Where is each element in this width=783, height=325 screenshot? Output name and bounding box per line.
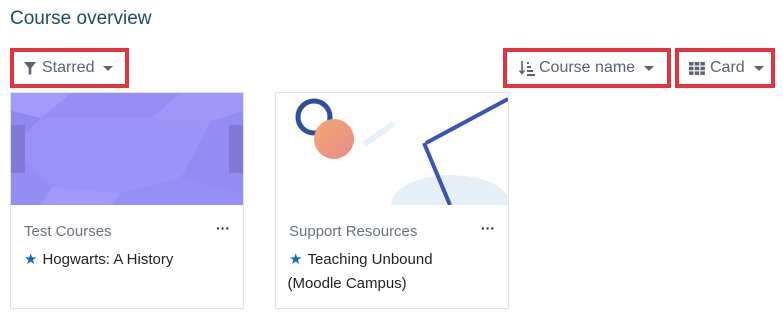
course-name-link[interactable]: ★ Teaching Unbound (Moodle Campus)	[287, 248, 495, 296]
course-card[interactable]: ··· Support Resources ★ Teaching Unbound…	[275, 92, 509, 309]
filter-icon	[24, 61, 36, 75]
course-category: Support Resources	[289, 223, 418, 240]
grouping-label: Starred	[42, 59, 95, 76]
chevron-down-icon	[103, 65, 114, 71]
course-name-line1: Teaching Unbound	[307, 251, 433, 268]
chevron-down-icon	[644, 65, 655, 71]
course-category: Test Courses	[24, 223, 112, 240]
course-image[interactable]	[11, 93, 243, 205]
card-body: Support Resources ★ Teaching Unbound (Mo…	[287, 223, 495, 296]
sort-icon	[519, 61, 535, 76]
grouping-dropdown[interactable]: Starred	[10, 48, 129, 88]
course-name-link[interactable]: ★ Hogwarts: A History	[24, 248, 230, 272]
course-image[interactable]	[276, 93, 508, 205]
view-dropdown[interactable]: Card	[675, 48, 775, 88]
page-title: Course overview	[10, 8, 152, 29]
sort-dropdown[interactable]: Course name	[503, 48, 671, 88]
course-name: Hogwarts: A History	[42, 251, 174, 268]
grid-icon	[689, 61, 705, 75]
course-card[interactable]: ··· Test Courses ★ Hogwarts: A History	[10, 92, 244, 309]
view-label: Card	[710, 59, 745, 76]
course-name-line2: (Moodle Campus)	[287, 275, 407, 292]
chevron-down-icon	[753, 65, 764, 71]
star-icon: ★	[24, 251, 38, 268]
card-body: Test Courses ★ Hogwarts: A History	[24, 223, 230, 272]
sort-label: Course name	[539, 59, 636, 76]
course-name: Teaching Unbound (Moodle Campus)	[287, 248, 433, 296]
